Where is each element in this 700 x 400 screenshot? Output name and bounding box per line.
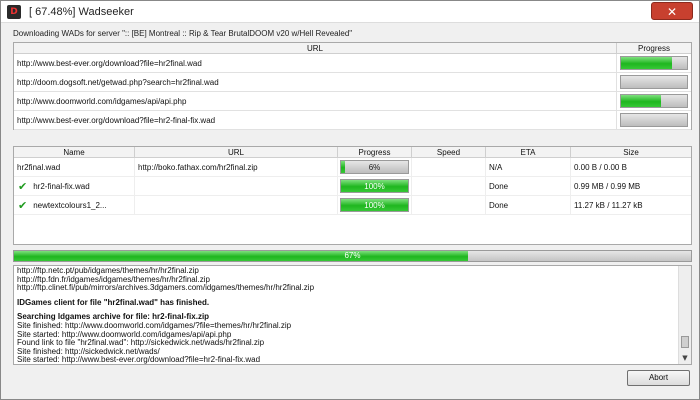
speed-cell bbox=[412, 177, 486, 195]
download-table[interactable]: Name URL Progress Speed ETA Size hr2fina… bbox=[13, 146, 692, 245]
name-cell: ✔ newtextcolours1_2... bbox=[14, 196, 135, 214]
column-header-url[interactable]: URL bbox=[135, 147, 338, 157]
column-header-url[interactable]: URL bbox=[14, 43, 617, 53]
file-name: hr2-final-fix.wad bbox=[33, 181, 90, 191]
url-row[interactable]: http://www.doomworld.com/idgames/api/api… bbox=[14, 92, 691, 111]
progress-cell bbox=[617, 54, 691, 72]
checkmark-icon: ✔ bbox=[18, 179, 28, 193]
close-button[interactable]: ✕ bbox=[651, 2, 693, 20]
site-progress-fill bbox=[621, 95, 661, 107]
title-bar[interactable]: D [ 67.48%] Wadseeker ✕ bbox=[1, 1, 699, 23]
name-cell: ✔ hr2-final-fix.wad bbox=[14, 177, 135, 195]
name-cell: hr2final.wad bbox=[14, 158, 135, 176]
url-row[interactable]: http://www.best-ever.org/download?file=h… bbox=[14, 54, 691, 73]
checkmark-icon: ✔ bbox=[18, 198, 28, 212]
download-table-header: Name URL Progress Speed ETA Size bbox=[14, 147, 691, 158]
progress-cell bbox=[617, 92, 691, 110]
file-name: newtextcolours1_2... bbox=[33, 200, 107, 210]
size-cell: 0.00 B / 0.00 B bbox=[574, 163, 627, 172]
progress-cell: 100% bbox=[338, 177, 412, 195]
size-cell: 11.27 kB / 11.27 kB bbox=[574, 201, 643, 210]
log-line: http://ftp.fdn.fr/idgames/idgames/themes… bbox=[17, 275, 210, 284]
log-line: IDGames client for file "hr2final.wad" h… bbox=[17, 298, 210, 307]
overall-progress-label: 67% bbox=[344, 251, 361, 260]
site-progress-bar bbox=[620, 113, 688, 127]
url-cell bbox=[135, 177, 338, 195]
url-cell: http://www.best-ever.org/download?file=h… bbox=[14, 54, 617, 72]
overall-progress-bar: 67% bbox=[13, 250, 692, 262]
log-line: http://ftp.netc.pt/pub/idgames/themes/hr… bbox=[17, 267, 199, 275]
doom-app-icon: D bbox=[7, 4, 21, 19]
download-table-body: hr2final.wad http://boko.fathax.com/hr2fi… bbox=[14, 158, 691, 215]
download-row[interactable]: ✔ newtextcolours1_2... 100% Done 11.27 kB / … bbox=[14, 196, 691, 215]
url-cell: http://www.best-ever.org/download?file=h… bbox=[14, 111, 617, 129]
download-row[interactable]: hr2final.wad http://boko.fathax.com/hr2fi… bbox=[14, 158, 691, 177]
file-progress-label: 100% bbox=[364, 182, 385, 191]
file-progress-bar: 100% bbox=[340, 198, 409, 212]
url-cell: http://boko.fathax.com/hr2final.zip bbox=[135, 158, 338, 176]
url-row[interactable]: http://www.best-ever.org/download?file=h… bbox=[14, 111, 691, 130]
log-line: Site finished: http://sickedwick.net/wad… bbox=[17, 347, 160, 356]
site-progress-bar bbox=[620, 56, 688, 70]
file-progress-bar: 6% bbox=[340, 160, 409, 174]
scroll-down-arrow-icon[interactable]: ▼ bbox=[679, 352, 691, 364]
log-line: http://ftp.clinet.fi/pub/mirrors/archive… bbox=[17, 284, 315, 293]
eta-cell: N/A bbox=[486, 158, 571, 176]
url-row[interactable]: http://doom.dogsoft.net/getwad.php?searc… bbox=[14, 73, 691, 92]
url-cell bbox=[135, 196, 338, 214]
log-panel[interactable]: http://ftp.netc.pt/pub/idgames/themes/hr… bbox=[13, 265, 692, 365]
url-cell: http://doom.dogsoft.net/getwad.php?searc… bbox=[14, 73, 617, 91]
file-name: hr2final.wad bbox=[17, 162, 61, 172]
log-scrollbar[interactable]: ▼ bbox=[678, 266, 691, 364]
file-progress-label: 100% bbox=[364, 201, 385, 210]
url-table-header: URL Progress bbox=[14, 43, 691, 54]
progress-cell: 100% bbox=[338, 196, 412, 214]
site-url-table[interactable]: URL Progress http://www.best-ever.org/do… bbox=[13, 42, 692, 130]
abort-button[interactable]: Abort bbox=[627, 370, 690, 386]
log-line: Site started: http://www.best-ever.org/d… bbox=[17, 356, 261, 365]
progress-cell bbox=[617, 73, 691, 91]
column-header-progress[interactable]: Progress bbox=[617, 43, 691, 53]
eta-cell: Done bbox=[486, 196, 571, 214]
column-header-eta[interactable]: ETA bbox=[486, 147, 571, 157]
scrollbar-thumb[interactable] bbox=[681, 336, 689, 348]
progress-cell bbox=[617, 111, 691, 129]
status-text: Downloading WADs for server ":: [BE] Mon… bbox=[13, 29, 353, 38]
site-progress-fill bbox=[621, 57, 673, 69]
eta-cell: Done bbox=[486, 177, 571, 195]
column-header-name[interactable]: Name bbox=[14, 147, 135, 157]
speed-cell bbox=[412, 196, 486, 214]
window-title: [ 67.48%] Wadseeker bbox=[29, 5, 134, 18]
column-header-speed[interactable]: Speed bbox=[412, 147, 486, 157]
url-table-body: http://www.best-ever.org/download?file=h… bbox=[14, 54, 691, 130]
site-progress-bar bbox=[620, 75, 688, 89]
log-lines: http://ftp.netc.pt/pub/idgames/themes/hr… bbox=[14, 266, 678, 365]
wadseeker-window: D [ 67.48%] Wadseeker ✕ Downloading WADs… bbox=[0, 0, 700, 400]
log-line: Site finished: http://www.doomworld.com/… bbox=[17, 321, 292, 330]
log-line: Site started: http://www.doomworld.com/i… bbox=[17, 330, 232, 339]
file-progress-label: 6% bbox=[368, 163, 381, 172]
download-row[interactable]: ✔ hr2-final-fix.wad 100% Done 0.99 MB / 0.99… bbox=[14, 177, 691, 196]
file-progress-bar: 100% bbox=[340, 179, 409, 193]
log-line: Searching Idgames archive for file: hr2-… bbox=[17, 313, 210, 322]
progress-cell: 6% bbox=[338, 158, 412, 176]
column-header-progress[interactable]: Progress bbox=[338, 147, 412, 157]
log-line: Found link to file "hr2final.wad": http:… bbox=[17, 339, 265, 348]
url-cell: http://www.doomworld.com/idgames/api/api… bbox=[14, 92, 617, 110]
size-cell: 0.99 MB / 0.99 MB bbox=[574, 182, 641, 191]
site-progress-bar bbox=[620, 94, 688, 108]
speed-cell bbox=[412, 158, 486, 176]
column-header-size[interactable]: Size bbox=[571, 147, 691, 157]
